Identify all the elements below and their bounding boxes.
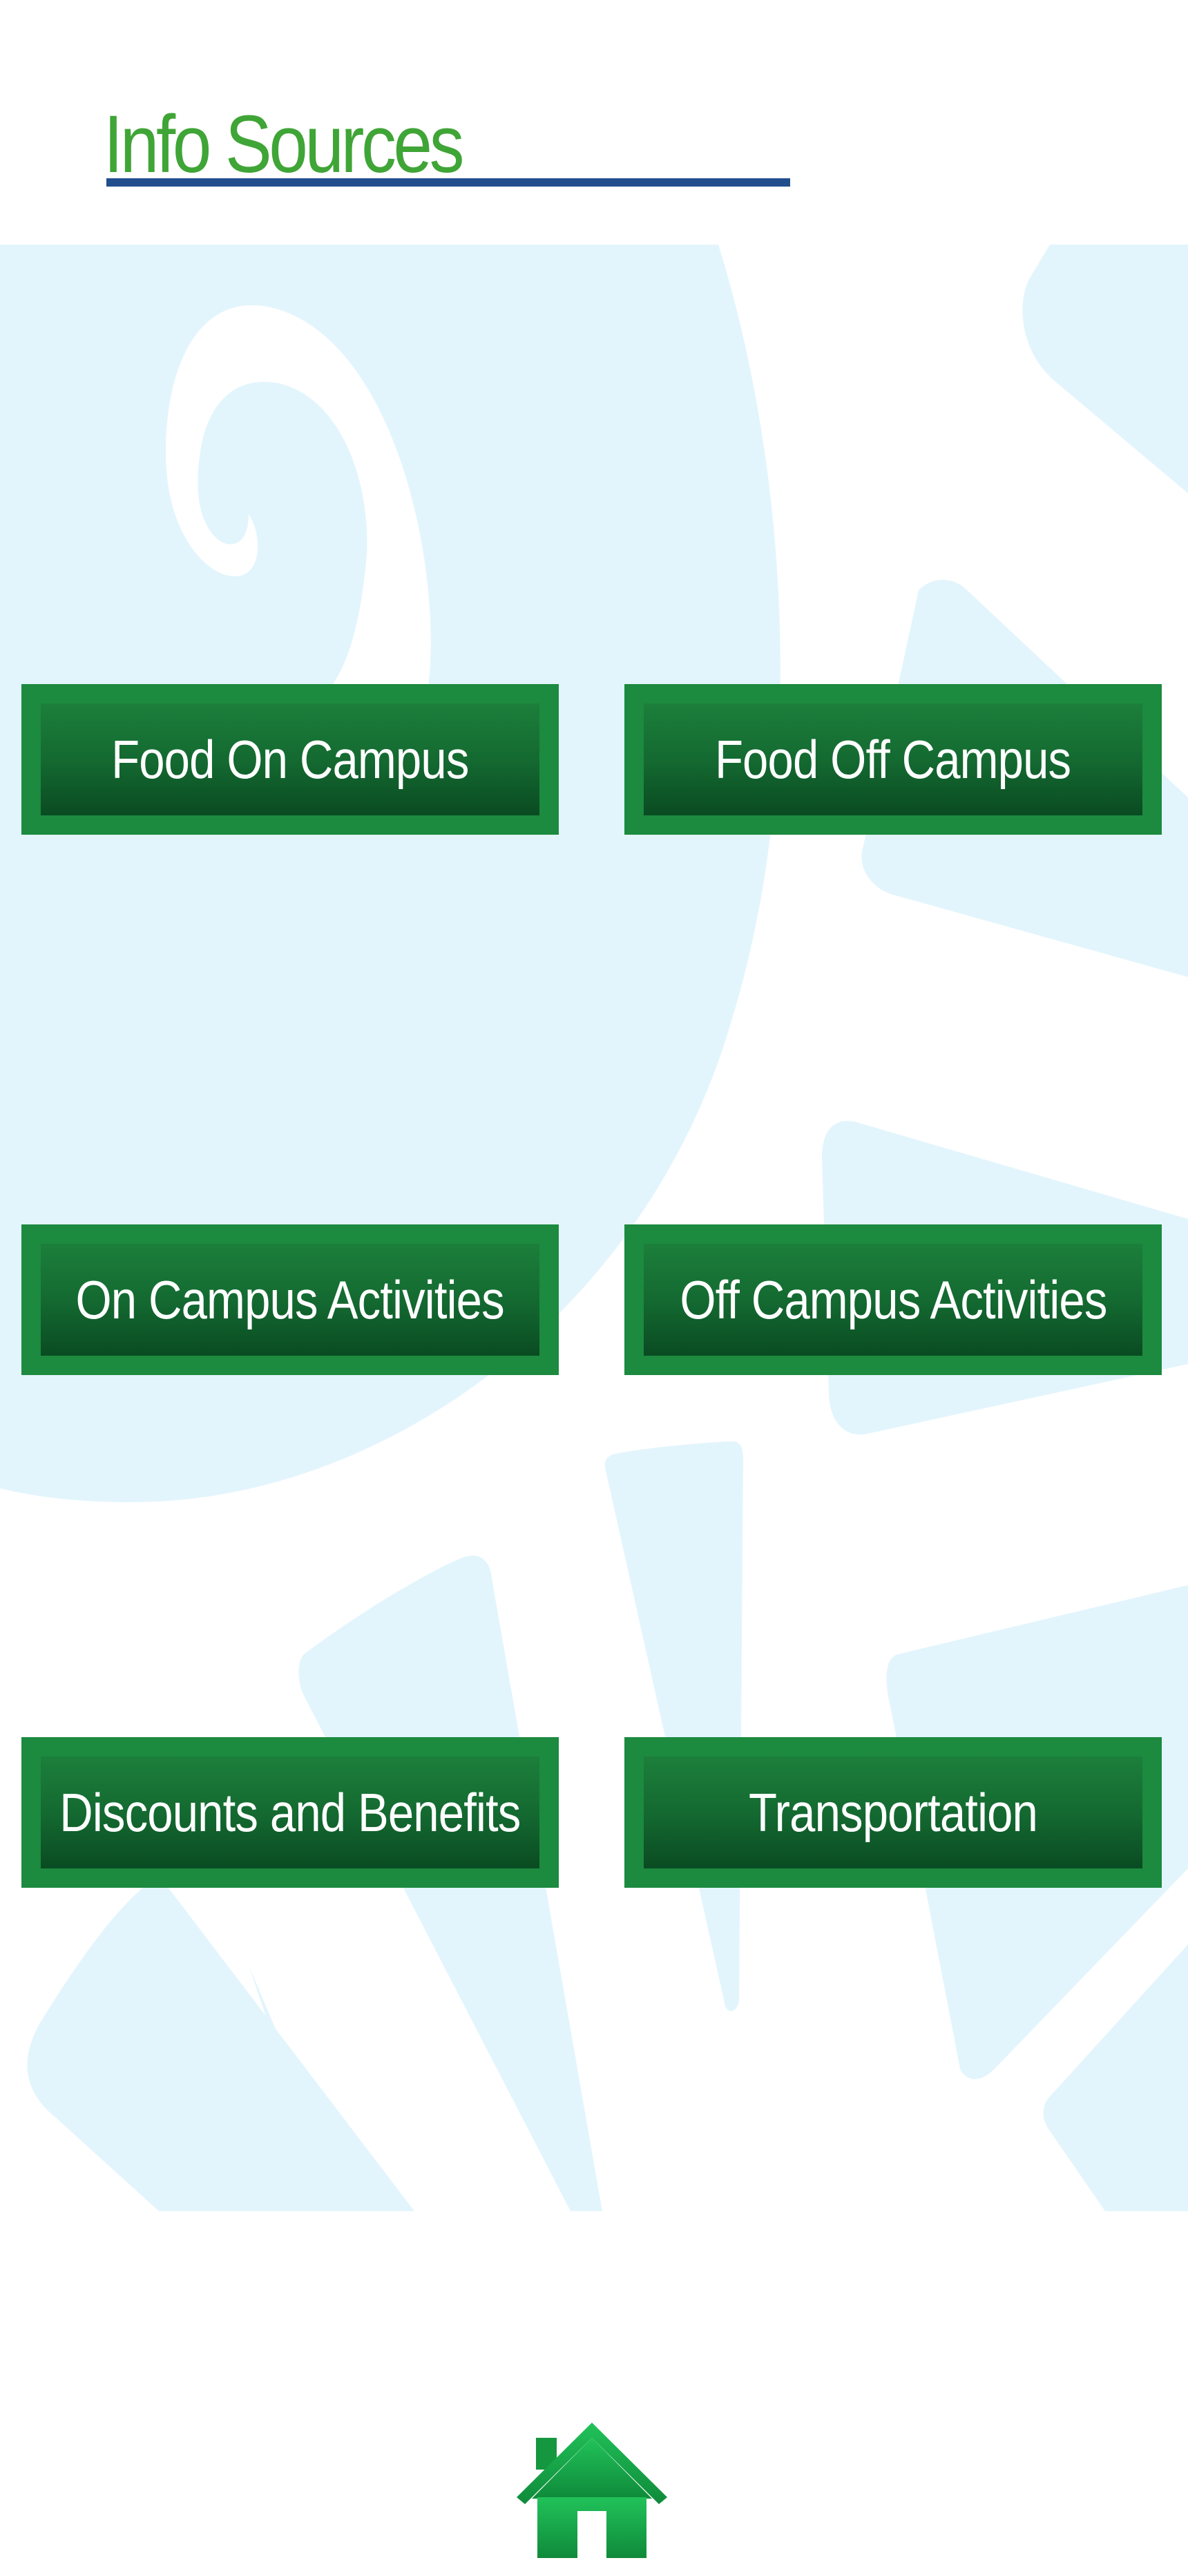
discounts-and-benefits-button[interactable]: Discounts and Benefits — [21, 1737, 559, 1888]
title-underline — [106, 178, 790, 187]
button-label: Off Campus Activities — [679, 1269, 1107, 1330]
button-face: Food On Campus — [41, 703, 539, 815]
home-button[interactable] — [517, 2423, 667, 2558]
button-face: Food Off Campus — [644, 703, 1142, 815]
on-campus-activities-button[interactable]: On Campus Activities — [21, 1224, 559, 1375]
button-face: Transportation — [644, 1756, 1142, 1868]
button-label: Food Off Campus — [715, 728, 1071, 790]
button-label: On Campus Activities — [75, 1269, 505, 1330]
button-face: On Campus Activities — [41, 1244, 539, 1356]
info-sources-screen: Info Sources Food On Campus Food Off Cam… — [0, 0, 1188, 2576]
button-label: Food On Campus — [111, 728, 469, 790]
button-label: Transportation — [749, 1781, 1038, 1843]
food-off-campus-button[interactable]: Food Off Campus — [624, 684, 1162, 835]
food-on-campus-button[interactable]: Food On Campus — [21, 684, 559, 835]
button-label: Discounts and Benefits — [59, 1781, 521, 1843]
home-icon — [517, 2423, 667, 2558]
transportation-button[interactable]: Transportation — [624, 1737, 1162, 1888]
button-face: Discounts and Benefits — [41, 1756, 539, 1868]
off-campus-activities-button[interactable]: Off Campus Activities — [624, 1224, 1162, 1375]
page-title: Info Sources — [104, 99, 464, 190]
button-face: Off Campus Activities — [644, 1244, 1142, 1356]
